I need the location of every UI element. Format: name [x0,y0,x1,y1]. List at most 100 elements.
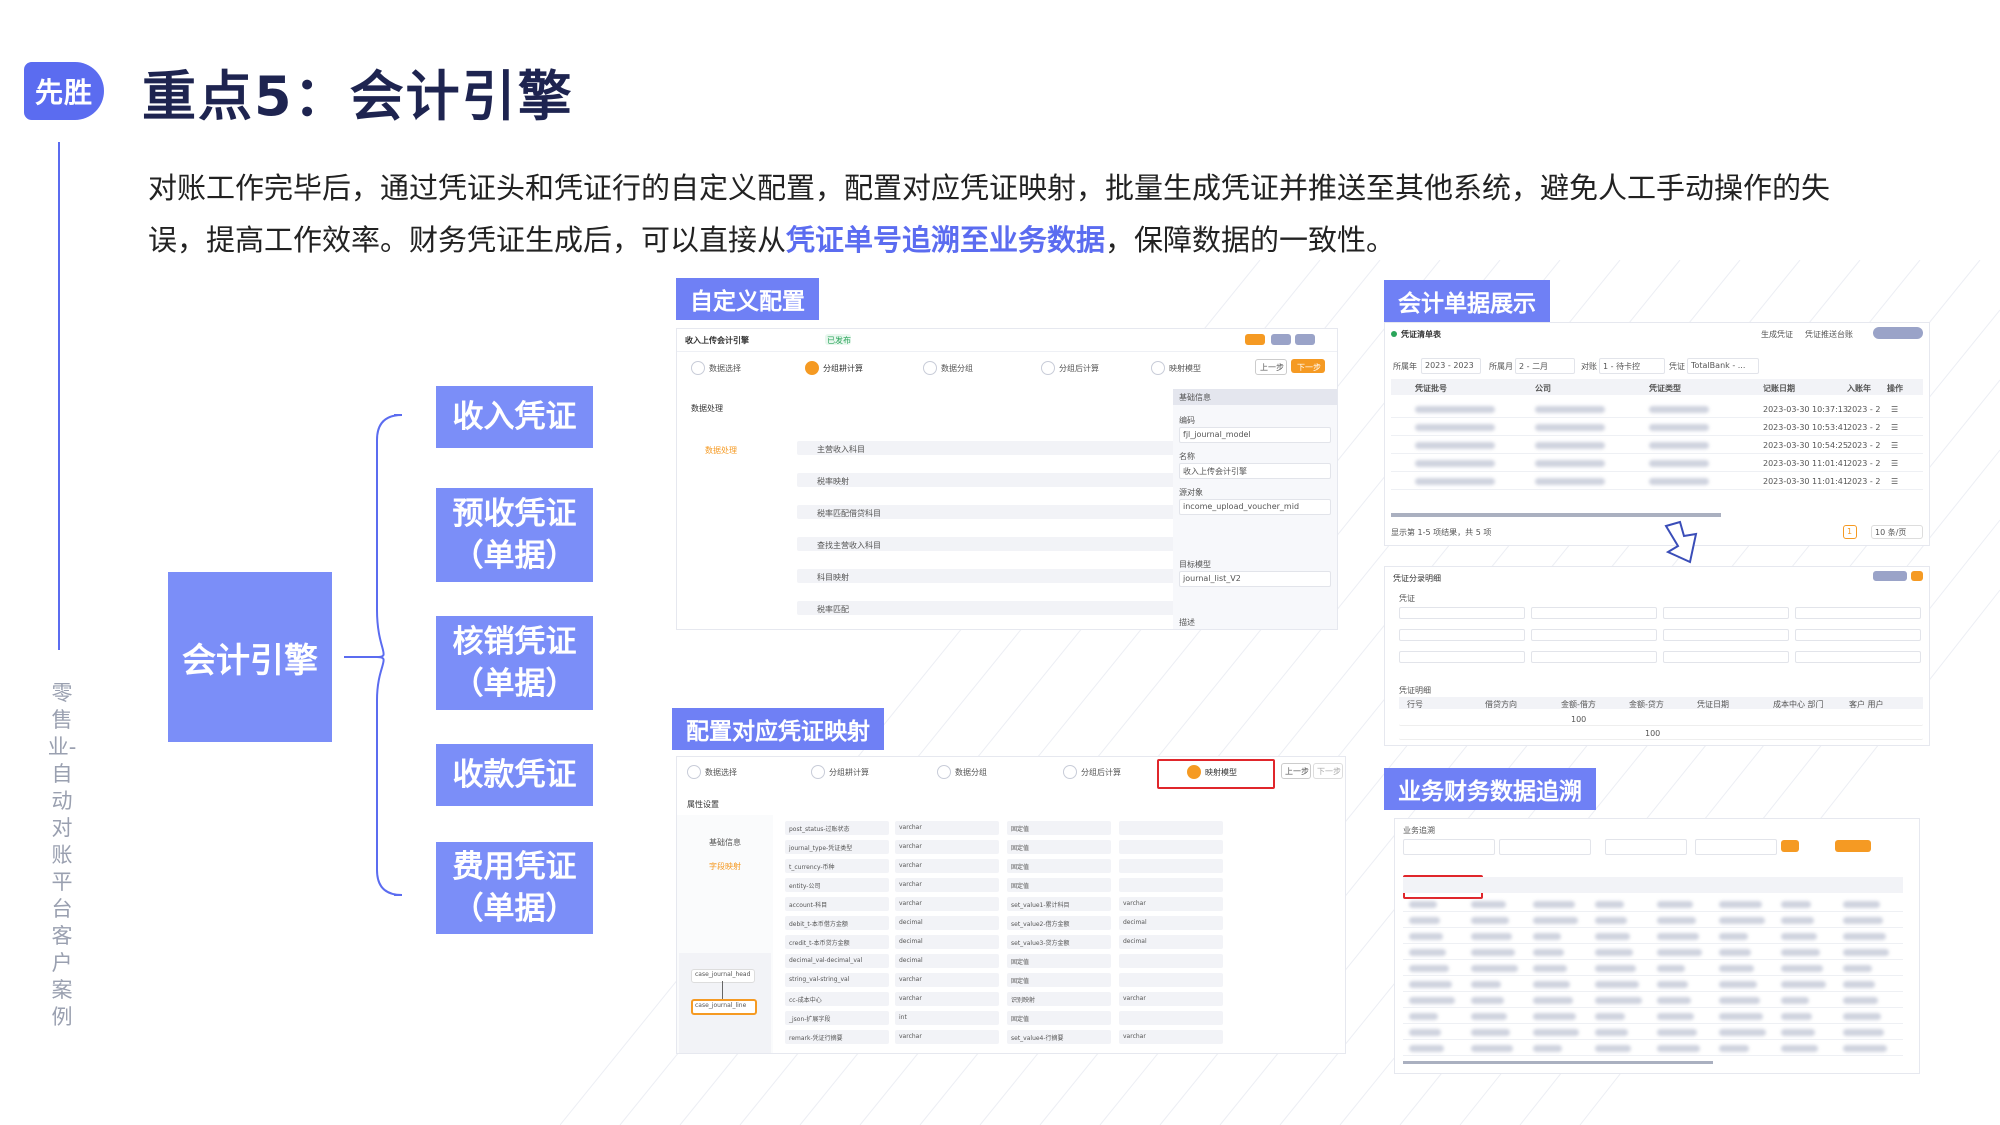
tree-node[interactable]: 数据处理 [705,445,737,456]
mapping-cell-extra [1119,859,1223,873]
detail-field[interactable] [1795,607,1921,619]
redacted-cell [1657,1045,1700,1052]
redacted-cell [1843,981,1875,988]
page-title: 重点5：会计引擎 [142,65,574,128]
trace-export-button[interactable] [1835,840,1871,852]
redacted-cell [1595,1045,1631,1052]
label-voucher-mapping: 配置对应凭证映射 [672,708,884,750]
row-actions-icon[interactable]: ☰ [1891,423,1898,432]
screenshot-docs: 凭证清单表 生成凭证 凭证推送台账 所属年 2023 - 2023 所属月 2 … [1384,322,1930,546]
map-step-1[interactable]: 数据选择 [705,767,737,778]
redacted-cell [1535,424,1605,431]
toolbar-publish-button[interactable] [1245,334,1265,345]
rule-row[interactable] [797,569,1177,583]
record-year: 2023 - 2 [1847,405,1881,414]
trace-filter-3[interactable] [1605,839,1687,855]
redacted-cell [1719,981,1757,988]
row-actions-icon[interactable]: ☰ [1891,477,1898,486]
docs-footer: 显示第 1-5 项结果，共 5 项 [1391,528,1492,537]
label-trace: 业务财务数据追溯 [1384,768,1596,810]
trace-filter-4[interactable] [1695,839,1777,855]
redacted-cell [1843,997,1878,1004]
redacted-cell [1649,460,1709,467]
toolbar-edit-button[interactable] [1271,334,1291,345]
detail-field[interactable] [1663,607,1789,619]
toolbar-save-button[interactable] [1295,334,1315,345]
map-step-4[interactable]: 分组后计算 [1081,767,1121,778]
detail-field[interactable] [1663,629,1789,641]
detail-title: 凭证分录明细 [1393,574,1441,583]
redacted-cell [1781,901,1811,908]
generate-voucher-button[interactable]: 生成凭证 [1761,329,1793,340]
redacted-cell [1719,1029,1766,1036]
step-2[interactable]: 分组耕计算 [823,363,863,374]
detail-field[interactable] [1531,629,1657,641]
redacted-cell [1719,1045,1749,1052]
row-actions-icon[interactable]: ☰ [1891,405,1898,414]
redacted-cell [1409,997,1455,1004]
step-4[interactable]: 分组后计算 [1059,363,1099,374]
detail-field[interactable] [1663,651,1789,663]
screenshot-trace: 业务追溯 [1394,818,1920,1074]
step-1[interactable]: 数据选择 [709,363,741,374]
detail-toggle[interactable] [1873,571,1907,581]
detail-field[interactable] [1795,629,1921,641]
detail-action[interactable] [1911,571,1923,581]
detail-field[interactable] [1795,651,1921,663]
step-5[interactable]: 映射模型 [1169,363,1201,374]
screenshot-docs-detail: 凭证分录明细 凭证 凭证明细 行号 借贷方向 金额-借方 金额-贷方 凭证日期 … [1384,566,1930,746]
redacted-cell [1409,949,1446,956]
redacted-cell [1471,949,1515,956]
redacted-cell [1533,1029,1579,1036]
redacted-cell [1843,949,1889,956]
rule-row[interactable] [797,473,1177,487]
record-date: 2023-03-30 10:37:13 [1763,405,1848,414]
step-3[interactable]: 数据分组 [941,363,973,374]
detail-field[interactable] [1399,607,1525,619]
redacted-cell [1533,949,1564,956]
detail-field[interactable] [1399,651,1525,663]
redacted-cell [1595,949,1633,956]
side-tag: 零售业-自动对账平台 客户案例 [47,681,77,1029]
detail-field[interactable] [1399,629,1525,641]
record-year: 2023 - 2 [1847,423,1881,432]
redacted-cell [1595,1029,1628,1036]
map-nav-fields[interactable]: 字段映射 [709,861,741,872]
branch-income-voucher: 收入凭证 [436,386,593,448]
trace-filter-2[interactable] [1499,839,1591,855]
docs-toggle[interactable] [1873,327,1923,339]
record-date: 2023-03-30 11:01:41 [1763,459,1848,468]
horizontal-scrollbar[interactable] [1391,513,1721,517]
rule-row[interactable] [797,601,1177,615]
detail-field[interactable] [1531,607,1657,619]
mindmap-connector [344,414,403,896]
redacted-cell [1409,1013,1438,1020]
mapping-cell-extra [1119,878,1223,892]
redacted-cell [1409,981,1452,988]
voucher-push-ledger-button[interactable]: 凭证推送台账 [1805,329,1853,340]
row-actions-icon[interactable]: ☰ [1891,459,1898,468]
row-actions-icon[interactable]: ☰ [1891,441,1898,450]
redacted-cell [1471,1045,1513,1052]
map-step-3[interactable]: 数据分组 [955,767,987,778]
brand-logo: 先胜 [24,62,104,120]
redacted-cell [1719,917,1765,924]
redacted-cell [1781,1045,1818,1052]
redacted-cell [1533,997,1573,1004]
redacted-cell [1781,981,1826,988]
config-status-badge: 已发布 [827,336,851,345]
trace-scrollbar[interactable] [1403,1061,1713,1064]
trace-search-button[interactable] [1781,840,1799,852]
redacted-cell [1533,965,1567,972]
redacted-cell [1535,478,1605,485]
redacted-cell [1843,1045,1887,1052]
record-year: 2023 - 2 [1847,441,1881,450]
redacted-cell [1657,917,1696,924]
detail-field[interactable] [1531,651,1657,663]
map-step-2[interactable]: 分组耕计算 [829,767,869,778]
map-nav-basic[interactable]: 基础信息 [709,837,741,848]
trace-filter-1[interactable] [1403,839,1495,855]
map-step-5[interactable]: 映射模型 [1205,767,1237,778]
redacted-cell [1471,1029,1510,1036]
mapping-cell-extra [1119,1011,1223,1025]
